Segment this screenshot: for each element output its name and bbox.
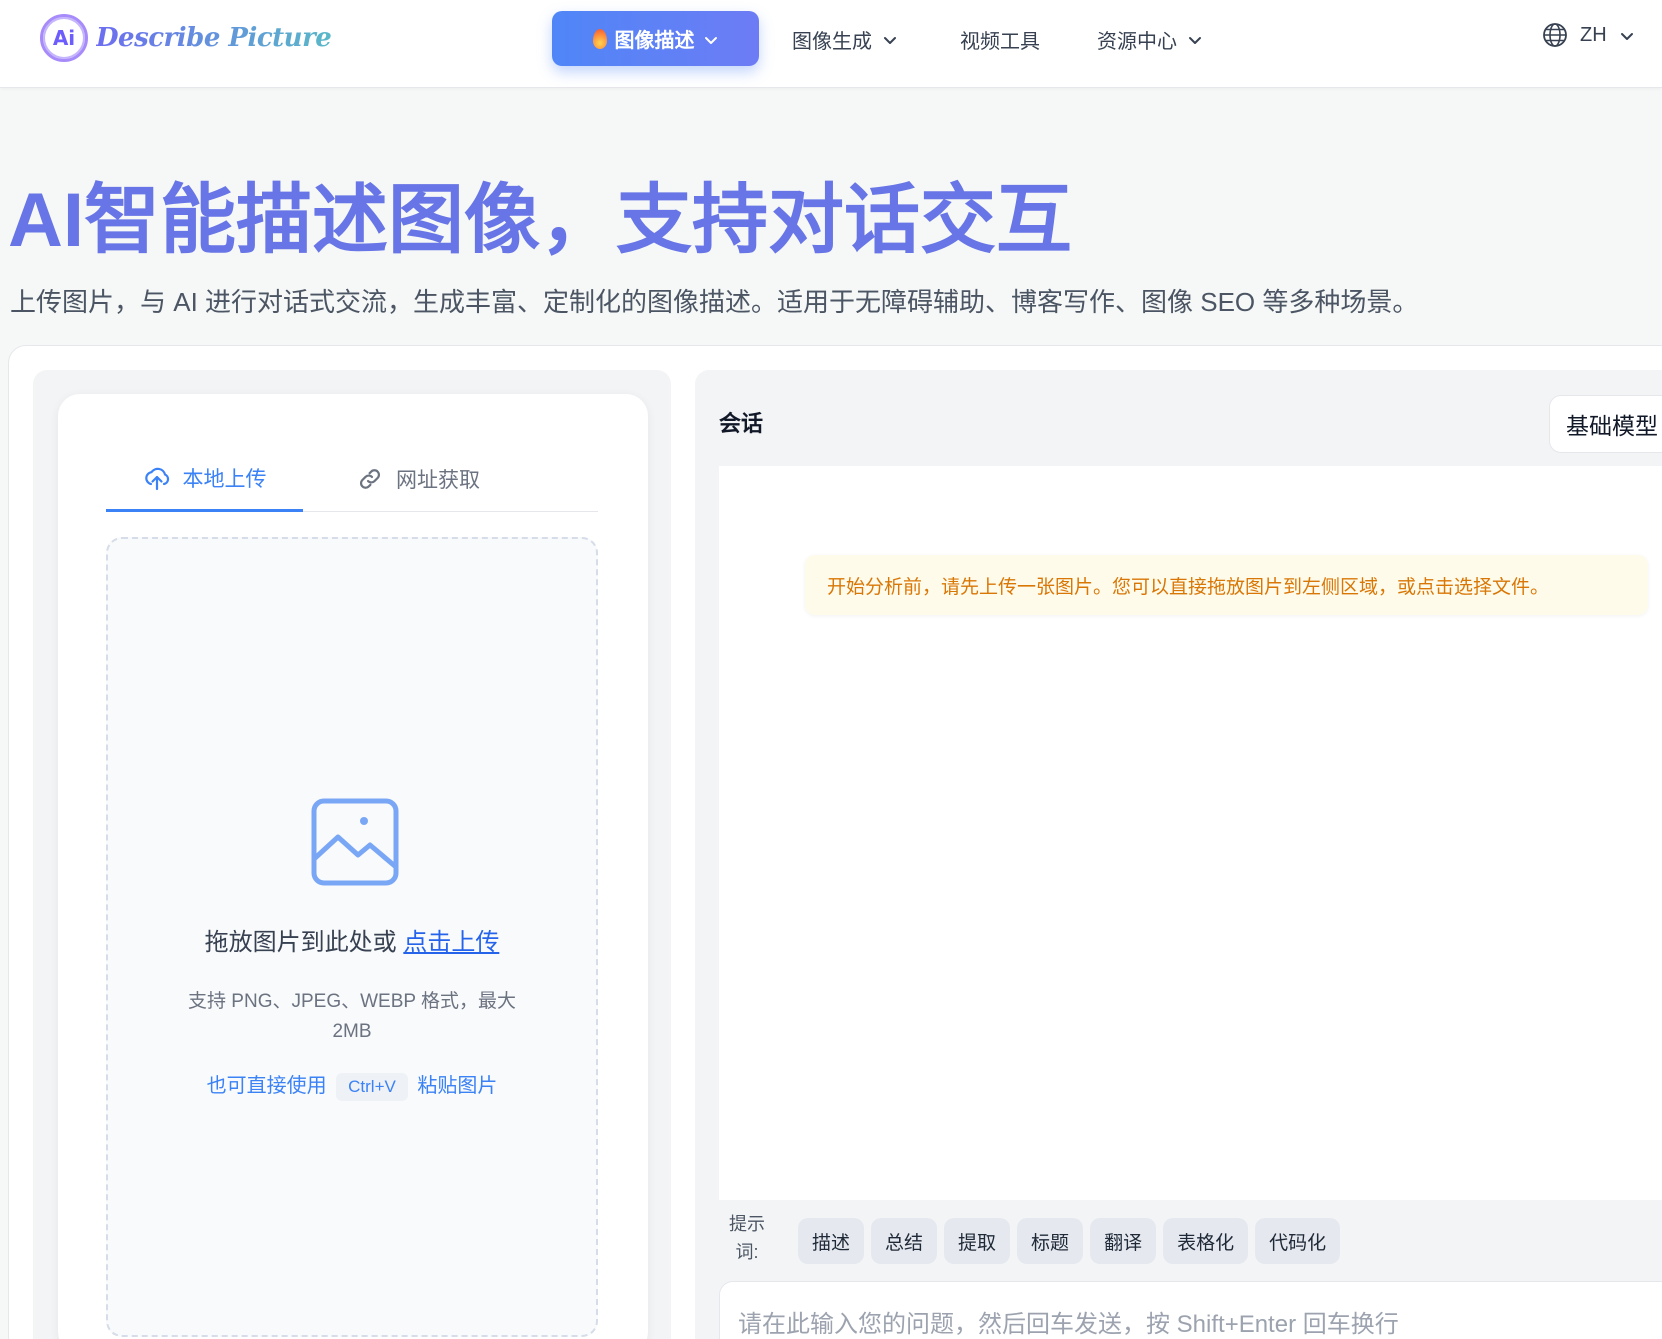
logo-text: Describe Picture xyxy=(96,23,332,53)
nav-image-generate-label: 图像生成 xyxy=(792,30,872,53)
tab-url-fetch-label: 网址获取 xyxy=(396,469,480,492)
dropzone-text: 拖放图片到此处或 点击上传 xyxy=(108,922,596,957)
image-icon xyxy=(311,798,399,886)
format-hint: 支持 PNG、JPEG、WEBP 格式，最大 2MB xyxy=(188,991,516,1042)
flame-icon xyxy=(592,28,607,49)
prompt-chip-extract[interactable]: 提取 xyxy=(944,1218,1011,1264)
paste-shortcut-key: Ctrl+V xyxy=(336,1072,408,1101)
paste-hint: 也可直接使用 Ctrl+V 粘贴图片 xyxy=(108,1069,596,1101)
chevron-down-icon xyxy=(882,31,898,47)
nav-image-describe-label: 图像描述 xyxy=(614,30,695,52)
upload-cloud-icon xyxy=(144,467,169,490)
language-selector[interactable]: ZH xyxy=(1542,22,1635,48)
upload-notice: 开始分析前，请先上传一张图片。您可以直接拖放图片到左侧区域，或点击选择文件。 xyxy=(805,555,1648,615)
top-header: Ai Describe Picture 图像描述 图像生成 视频工具 资源中心 … xyxy=(0,0,1662,88)
chat-title: 会话 xyxy=(719,411,764,436)
chevron-down-icon xyxy=(1619,27,1635,43)
chevron-down-icon xyxy=(703,31,719,47)
nav-video-tools-label: 视频工具 xyxy=(960,30,1040,53)
nav-video-tools[interactable]: 视频工具 xyxy=(960,20,1040,58)
logo-badge: Ai xyxy=(40,14,88,62)
image-dropzone[interactable]: 拖放图片到此处或 点击上传 支持 PNG、JPEG、WEBP 格式，最大 2MB… xyxy=(106,537,598,1337)
nav-image-describe-button[interactable]: 图像描述 xyxy=(552,11,759,66)
paste-hint-before: 也可直接使用 xyxy=(206,1075,327,1097)
page-title: AI智能描述图像，支持对话交互 xyxy=(8,178,1072,263)
globe-icon xyxy=(1543,23,1567,47)
prompt-chips: 描述 总结 提取 标题 翻译 表格化 代码化 xyxy=(798,1218,1341,1264)
language-label: ZH xyxy=(1580,23,1607,46)
link-icon xyxy=(359,469,381,489)
page-subtitle: 上传图片，与 AI 进行对话式交流，生成丰富、定制化的图像描述。适用于无障碍辅助… xyxy=(10,287,1419,317)
prompt-chip-title[interactable]: 标题 xyxy=(1017,1218,1084,1264)
nav-resources[interactable]: 资源中心 xyxy=(1097,20,1203,58)
chevron-down-icon xyxy=(1187,31,1203,47)
prompt-chip-tabulate[interactable]: 表格化 xyxy=(1163,1218,1249,1264)
prompt-chip-summarize[interactable]: 总结 xyxy=(871,1218,938,1264)
paste-hint-after: 粘贴图片 xyxy=(417,1075,498,1097)
dropzone-drop-text: 拖放图片到此处或 xyxy=(204,929,397,956)
prompt-label: 提示词: xyxy=(729,1214,765,1262)
tab-local-upload-label: 本地上传 xyxy=(182,467,267,491)
nav-image-generate[interactable]: 图像生成 xyxy=(792,20,898,58)
prompt-chip-codify[interactable]: 代码化 xyxy=(1255,1218,1341,1264)
upload-tabs: 本地上传 网址获取 xyxy=(106,446,598,512)
model-select-button[interactable]: 基础模型 xyxy=(1549,395,1662,453)
click-upload-link[interactable]: 点击上传 xyxy=(403,929,499,956)
tab-local-upload[interactable]: 本地上传 xyxy=(106,446,303,512)
chat-input[interactable] xyxy=(719,1281,1662,1339)
nav-resources-label: 资源中心 xyxy=(1097,30,1177,53)
prompt-chip-translate[interactable]: 翻译 xyxy=(1090,1218,1157,1264)
prompt-chip-describe[interactable]: 描述 xyxy=(798,1218,865,1264)
tab-url-fetch[interactable]: 网址获取 xyxy=(303,446,533,512)
logo[interactable]: Ai Describe Picture xyxy=(40,14,332,62)
